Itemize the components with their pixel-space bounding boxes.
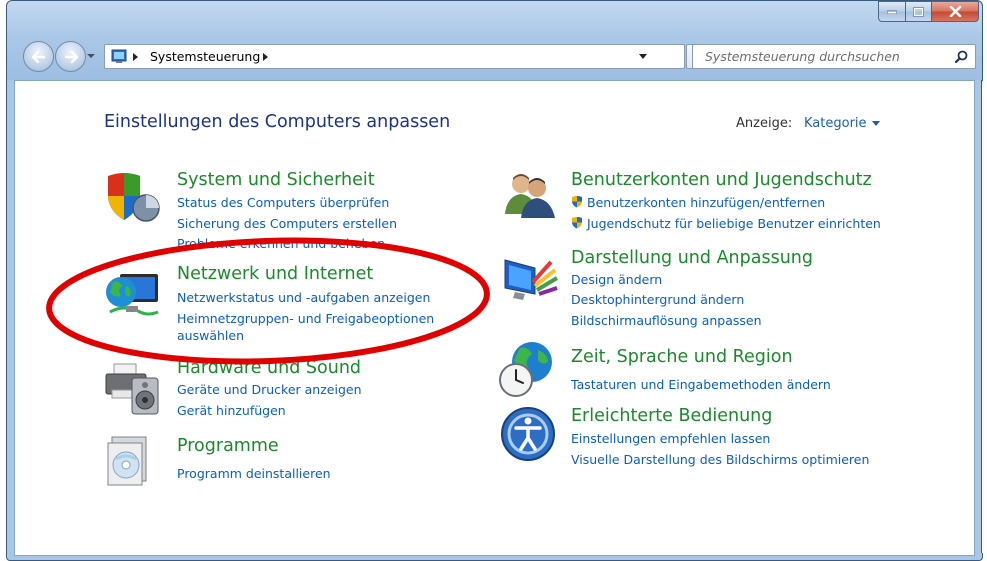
search-box[interactable]: Systemsteuerung durchsuchen <box>692 44 976 69</box>
address-bar[interactable]: Systemsteuerung <box>104 44 685 69</box>
link-network-status[interactable]: Netzwerkstatus und -aufgaben anzeigen <box>177 290 430 305</box>
category-appearance[interactable]: Darstellung und Anpassung <box>571 248 813 268</box>
link-keyboards-input[interactable]: Tastaturen und Eingabemethoden ändern <box>571 377 831 392</box>
uac-shield-icon <box>572 217 582 229</box>
users-icon[interactable] <box>501 170 559 220</box>
link-check-computer-status[interactable]: Status des Computers überprüfen <box>177 195 389 210</box>
link-uninstall-program[interactable]: Programm deinstallieren <box>177 466 331 481</box>
printer-speaker-icon[interactable] <box>104 360 162 416</box>
link-add-device[interactable]: Gerät hinzufügen <box>177 403 286 418</box>
search-icon[interactable] <box>955 50 968 63</box>
close-button[interactable] <box>932 1 979 22</box>
back-button[interactable] <box>23 41 54 72</box>
category-programs[interactable]: Programme <box>177 436 279 456</box>
category-time-language-region[interactable]: Zeit, Sprache und Region <box>571 347 793 367</box>
category-user-accounts[interactable]: Benutzerkonten und Jugendschutz <box>571 170 872 190</box>
link-optimize-visual-display[interactable]: Visuelle Darstellung des Bildschirms opt… <box>571 452 869 467</box>
link-troubleshoot[interactable]: Probleme erkennen und beheben <box>177 236 385 251</box>
breadcrumb-separator-icon[interactable] <box>133 53 139 61</box>
category-network-internet[interactable]: Netzwerk und Internet <box>177 264 373 284</box>
shield-icon[interactable] <box>104 170 162 222</box>
appearance-icon[interactable] <box>501 254 559 304</box>
link-parental-controls[interactable]: Jugendschutz für beliebige Benutzer einr… <box>587 216 881 231</box>
link-add-remove-accounts[interactable]: Benutzerkonten hinzufügen/entfernen <box>587 195 825 210</box>
link-homegroup-options[interactable]: Heimnetzgruppen- und Freigabeoptionen <box>177 311 434 326</box>
link-devices-printers[interactable]: Geräte und Drucker anzeigen <box>177 382 362 397</box>
link-change-theme[interactable]: Design ändern <box>571 272 662 287</box>
uac-shield-icon <box>572 196 582 208</box>
link-homegroup-options-continued[interactable]: auswählen <box>177 328 244 343</box>
view-by-label: Anzeige: <box>736 116 793 131</box>
breadcrumb-systemsteuerung[interactable]: Systemsteuerung <box>150 49 260 64</box>
link-change-background[interactable]: Desktophintergrund ändern <box>571 292 744 307</box>
minimize-button[interactable] <box>878 1 906 22</box>
control-panel-window: Systemsteuerung Systemsteuerung durchsuc… <box>0 0 987 561</box>
category-hardware-sound[interactable]: Hardware und Sound <box>177 358 361 378</box>
caption-buttons <box>878 1 979 22</box>
category-ease-of-access[interactable]: Erleichterte Bedienung <box>571 406 772 426</box>
control-panel-icon <box>111 49 127 63</box>
programs-icon[interactable] <box>104 433 154 487</box>
recent-pages-dropdown[interactable] <box>87 52 95 60</box>
search-placeholder[interactable]: Systemsteuerung durchsuchen <box>705 49 900 64</box>
forward-button[interactable] <box>55 41 86 72</box>
arrow-left-icon <box>31 50 45 63</box>
address-dropdown-icon[interactable] <box>639 54 647 60</box>
clock-globe-icon[interactable] <box>498 340 558 398</box>
minimize-icon <box>887 10 897 14</box>
link-backup-computer[interactable]: Sicherung des Computers erstellen <box>177 216 397 231</box>
network-globe-icon[interactable] <box>104 270 162 320</box>
breadcrumb-chevron-icon[interactable] <box>263 53 269 61</box>
view-dropdown-caret-icon[interactable] <box>872 121 880 126</box>
close-icon <box>949 6 961 17</box>
arrow-right-icon <box>64 50 78 63</box>
link-adjust-resolution[interactable]: Bildschirmauflösung anpassen <box>571 313 762 328</box>
maximize-icon <box>913 6 924 17</box>
accessibility-icon[interactable] <box>500 406 556 462</box>
link-recommend-settings[interactable]: Einstellungen empfehlen lassen <box>571 431 770 446</box>
window-border-left <box>6 80 14 554</box>
view-by-dropdown[interactable]: Kategorie <box>804 116 867 131</box>
maximize-button[interactable] <box>906 1 932 22</box>
page-title: Einstellungen des Computers anpassen <box>104 112 451 132</box>
category-system-security[interactable]: System und Sicherheit <box>177 170 375 190</box>
